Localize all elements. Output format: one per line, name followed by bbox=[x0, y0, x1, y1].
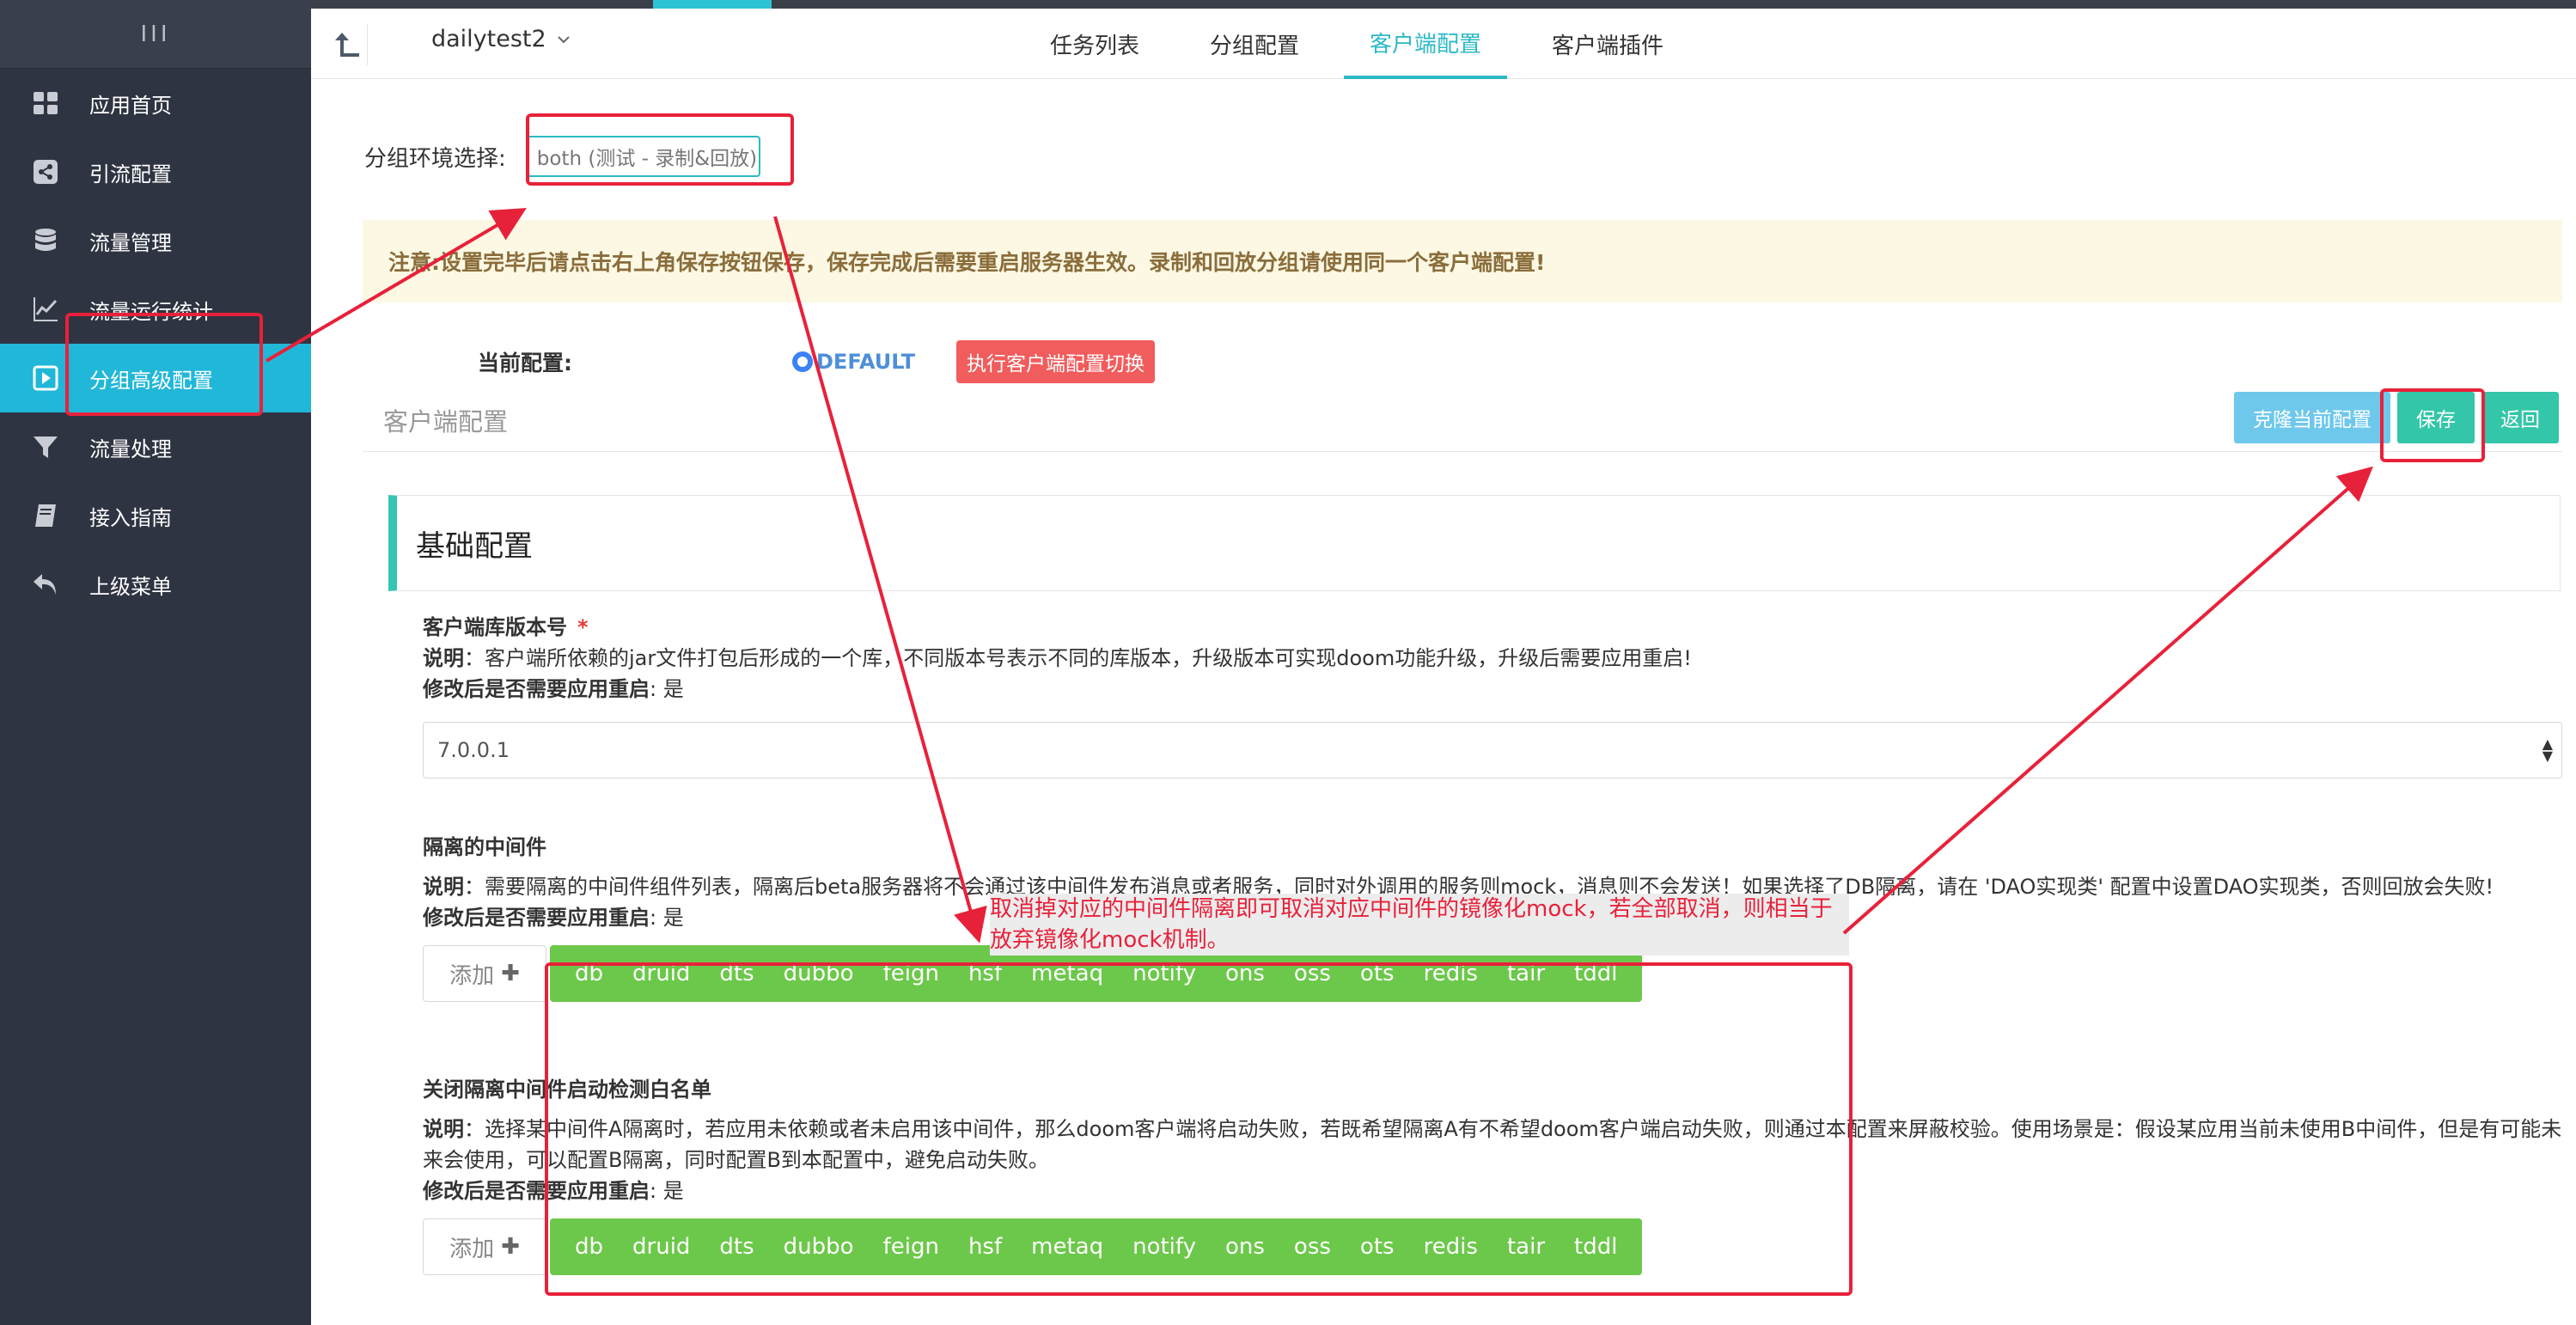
config-radio-default[interactable]: DEFAULT bbox=[792, 350, 915, 374]
tab-task-list[interactable]: 任务列表 bbox=[1024, 9, 1165, 79]
field-title: 隔离的中间件 bbox=[423, 835, 546, 859]
chevron-down-icon bbox=[557, 35, 570, 43]
play-square-icon bbox=[31, 363, 60, 393]
tab-client-config[interactable]: 客户端配置 bbox=[1344, 9, 1508, 79]
current-config-label: 当前配置: bbox=[478, 351, 572, 376]
database-icon bbox=[31, 226, 60, 255]
section-title: 客户端配置 bbox=[383, 407, 509, 437]
sidebar-item-traffic-process[interactable]: 流量处理 bbox=[0, 412, 311, 481]
sidebar: III 应用首页 引流配置 流量管理 流量运行统计 分组高级配置 流量处理 接入… bbox=[0, 0, 311, 1325]
plus-icon: ✚ bbox=[501, 961, 520, 986]
sidebar-item-label: 流量管理 bbox=[89, 230, 172, 255]
tab-group-config[interactable]: 分组配置 bbox=[1184, 9, 1325, 79]
radio-label: DEFAULT bbox=[816, 350, 915, 374]
restart-label: 修改后是否需要应用重启 bbox=[423, 906, 650, 930]
back-arrow-icon[interactable] bbox=[327, 24, 368, 65]
annotation-box-env bbox=[526, 113, 794, 186]
annotation-box-tags bbox=[545, 962, 1853, 1296]
tab-client-plugin[interactable]: 客户端插件 bbox=[1526, 9, 1689, 79]
plus-icon: ✚ bbox=[501, 1234, 520, 1260]
sidebar-item-label: 引流配置 bbox=[89, 162, 172, 186]
restart-value: : 是 bbox=[650, 677, 684, 701]
section-header: 客户端配置 克隆当前配置 保存 返回 bbox=[363, 392, 2562, 452]
notice-banner: 注意:设置完毕后请点击右上角保存按钮保存，保存完成后需要重启服务器生效。录制和回… bbox=[363, 220, 2562, 302]
sidebar-item-label: 上级菜单 bbox=[89, 574, 172, 599]
app-selector[interactable]: dailytest2 bbox=[431, 26, 571, 52]
radio-dot bbox=[792, 351, 813, 372]
clone-config-button[interactable]: 克隆当前配置 bbox=[2234, 392, 2390, 443]
desc-prefix: 说明 bbox=[423, 646, 464, 670]
field-version: 客户端库版本号 * 说明：客户端所依赖的jar文件打包后形成的一个库，不同版本号表… bbox=[423, 612, 2562, 779]
tab-bar: 任务列表 分组配置 客户端配置 客户端插件 bbox=[1024, 9, 1708, 79]
sidebar-item-traffic-config[interactable]: 引流配置 bbox=[0, 137, 311, 206]
undo-icon bbox=[31, 570, 60, 599]
env-label: 分组环境选择: bbox=[364, 145, 506, 172]
annotation-box-save bbox=[2380, 388, 2485, 462]
sidebar-item-parent-menu[interactable]: 上级菜单 bbox=[0, 550, 311, 619]
updown-icon: ▲ ▼ bbox=[2542, 736, 2553, 764]
add-label: 添加 bbox=[449, 1236, 495, 1262]
desc-prefix: 说明 bbox=[423, 1117, 464, 1141]
top-bar: dailytest2 任务列表 分组配置 客户端配置 客户端插件 bbox=[311, 0, 2576, 79]
basic-config-card: 基础配置 bbox=[388, 495, 2561, 591]
field-title: 客户端库版本号 * bbox=[423, 612, 2562, 643]
chart-line-icon bbox=[31, 295, 60, 324]
sidebar-item-guide[interactable]: 接入指南 bbox=[0, 481, 311, 550]
filter-icon bbox=[31, 432, 60, 461]
sidebar-toggle-button[interactable]: III bbox=[0, 0, 311, 69]
card-title: 基础配置 bbox=[416, 528, 533, 564]
top-strip-accent bbox=[653, 0, 772, 9]
share-icon bbox=[31, 157, 60, 186]
annotation-box-sidebar bbox=[65, 313, 263, 416]
app-name: dailytest2 bbox=[431, 26, 546, 52]
grid-icon bbox=[31, 89, 60, 118]
back-button[interactable]: 返回 bbox=[2481, 392, 2559, 443]
sidebar-item-app-home[interactable]: 应用首页 bbox=[0, 69, 311, 137]
add-whitelist-button[interactable]: 添加 ✚ bbox=[423, 1218, 546, 1275]
sidebar-item-label: 应用首页 bbox=[89, 93, 172, 118]
version-select[interactable]: 7.0.0.1 ▲ ▼ bbox=[423, 722, 2562, 779]
sidebar-item-label: 接入指南 bbox=[89, 505, 172, 530]
field-restart: 修改后是否需要应用重启: 是 bbox=[423, 674, 2562, 705]
add-label: 添加 bbox=[449, 962, 495, 989]
add-middleware-button[interactable]: 添加 ✚ bbox=[423, 945, 546, 1002]
sidebar-item-traffic-manage[interactable]: 流量管理 bbox=[0, 206, 311, 275]
field-title-text: 客户端库版本号 bbox=[423, 615, 567, 639]
restart-label: 修改后是否需要应用重启 bbox=[423, 677, 650, 701]
book-icon bbox=[31, 501, 60, 530]
sidebar-item-label: 流量处理 bbox=[89, 437, 172, 461]
switch-config-button[interactable]: 执行客户端配置切换 bbox=[955, 340, 1155, 383]
current-config-row: 当前配置: DEFAULT 执行客户端配置切换 bbox=[478, 340, 1155, 383]
version-value: 7.0.0.1 bbox=[437, 738, 510, 762]
desc-prefix: 说明 bbox=[423, 875, 464, 899]
annotation-text: 取消掉对应的中间件隔离即可取消对应中间件的镜像化mock，若全部取消，则相当于放… bbox=[990, 894, 1849, 956]
restart-value: : 是 bbox=[650, 906, 684, 930]
desc-text: ：客户端所依赖的jar文件打包后形成的一个库，不同版本号表示不同的库版本，升级版… bbox=[464, 646, 1692, 670]
required-mark: * bbox=[577, 615, 589, 639]
top-strip bbox=[311, 0, 2576, 9]
field-desc: 说明：客户端所依赖的jar文件打包后形成的一个库，不同版本号表示不同的库版本，升… bbox=[423, 643, 2562, 674]
